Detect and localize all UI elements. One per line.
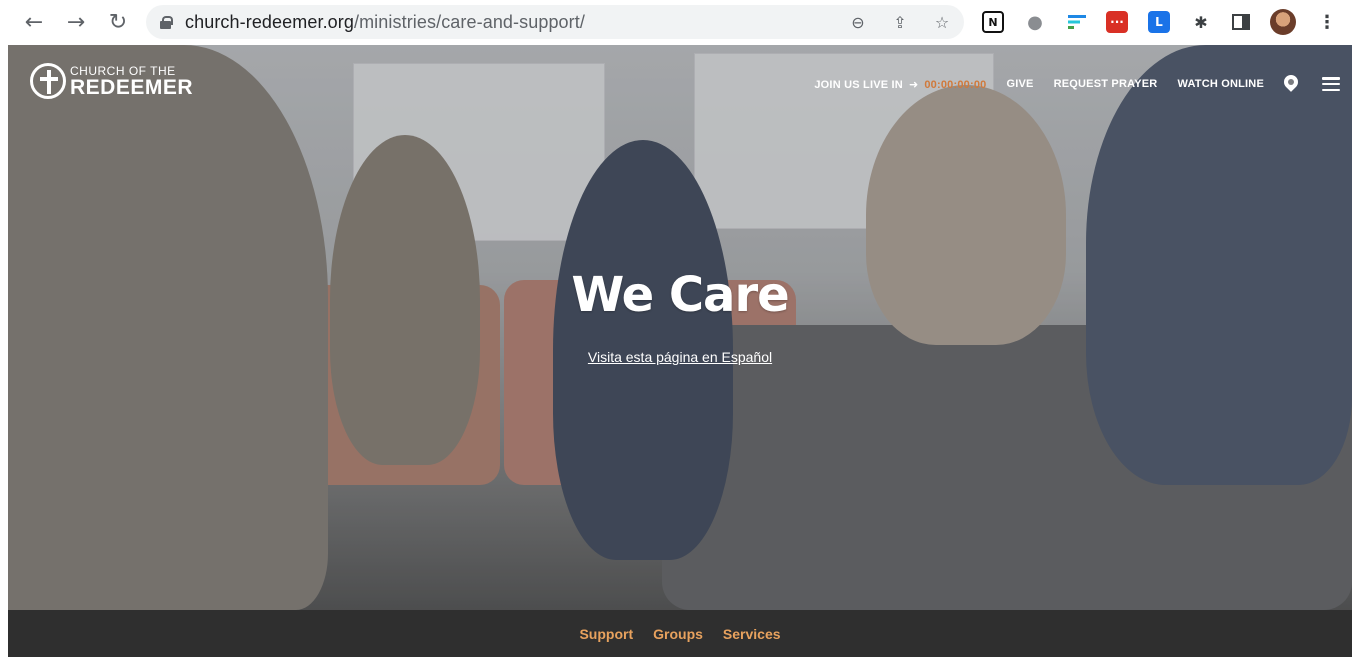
request-prayer-link[interactable]: REQUEST PRAYER [1054,78,1158,90]
blue-extension-icon[interactable]: L [1148,11,1170,33]
address-bar[interactable]: church-redeemer.org/ministries/care-and-… [146,5,964,39]
church-logo-icon [30,63,66,99]
url-text[interactable]: church-redeemer.org/ministries/care-and-… [185,12,585,33]
url-path: /ministries/care-and-support/ [353,11,585,32]
join-live-link[interactable]: JOIN US LIVE IN ➜ 00:00:00:00 [814,78,986,91]
puzzle-extensions-icon[interactable]: ✱ [1190,11,1212,33]
site-logo[interactable]: CHURCH OF THE REDEEMER [30,63,193,99]
back-icon[interactable]: ← [20,8,48,36]
subnav-item-services[interactable]: Services [723,626,781,642]
page-title: We Care [571,267,789,323]
location-pin-icon[interactable] [1284,75,1298,93]
bookmark-star-icon[interactable]: ☆ [932,12,952,32]
hero-banner: CHURCH OF THE REDEEMER JOIN US LIVE IN ➜ 0… [8,45,1352,610]
spanish-version-link[interactable]: Visita esta página en Español [588,349,772,365]
notion-extension-icon[interactable]: N [982,11,1004,33]
forward-icon[interactable]: → [62,8,90,36]
join-live-label: JOIN US LIVE IN [814,78,903,91]
zoom-icon[interactable]: ⊖ [848,12,868,32]
red-extension-icon[interactable]: ··· [1106,11,1128,33]
arrow-right-icon: ➜ [908,77,919,91]
subnav-item-support[interactable]: Support [579,626,633,642]
subnav-item-groups[interactable]: Groups [653,626,703,642]
browser-toolbar: ← → ↻ church-redeemer.org/ministries/car… [0,0,1356,45]
hamburger-menu-icon[interactable] [1322,77,1340,91]
top-navigation: JOIN US LIVE IN ➜ 00:00:00:00 GIVE REQUEST… [814,75,1352,93]
give-link[interactable]: GIVE [1007,78,1034,90]
live-countdown: 00:00:00:00 [924,78,987,91]
stripes-extension-icon[interactable] [1066,11,1088,33]
circle-extension-icon[interactable]: ● [1024,11,1046,33]
watch-online-link[interactable]: WATCH ONLINE [1177,78,1264,90]
section-subnav: Support Groups Services [8,610,1352,657]
share-icon[interactable]: ⇪ [890,12,910,32]
hero-overlay [8,45,1352,610]
profile-avatar[interactable] [1270,9,1296,35]
side-panel-icon[interactable] [1230,11,1252,33]
logo-text-small: CHURCH OF THE [70,63,176,78]
url-domain: church-redeemer.org [185,11,354,32]
lock-icon [160,15,173,29]
logo-text-big: REDEEMER [70,75,194,99]
reload-icon[interactable]: ↻ [104,8,132,36]
more-menu-icon[interactable]: ⋮ [1316,11,1338,33]
